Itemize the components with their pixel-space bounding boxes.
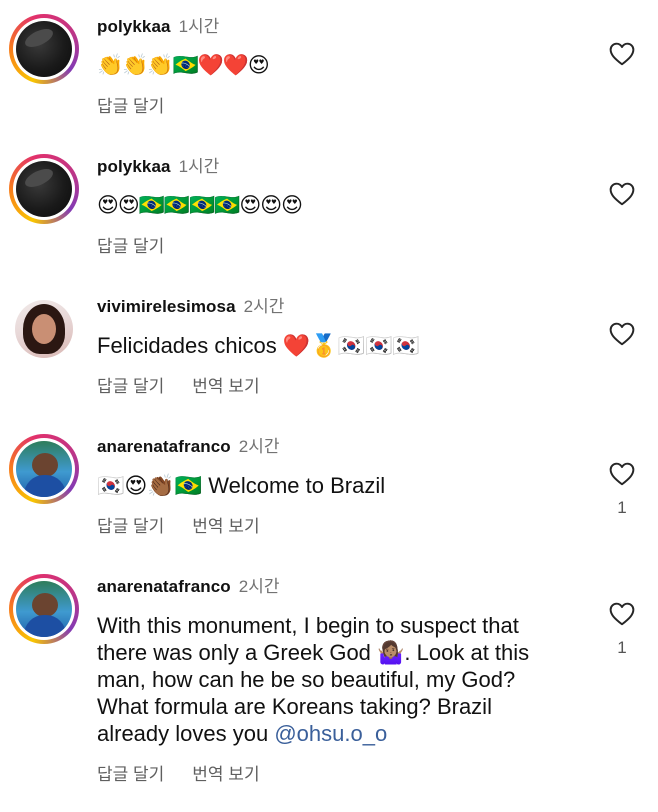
comment-text: With this monument, I begin to suspect t… xyxy=(97,612,557,747)
reply-button[interactable]: 답글 달기 xyxy=(97,765,164,784)
comment-meta: anarenatafranco 2시간 xyxy=(97,436,280,458)
comment-item: anarenatafranco 2시간 With this monument, I… xyxy=(0,574,658,804)
comment-meta: vivimirelesimosa 2시간 xyxy=(97,296,284,318)
avatar-image xyxy=(16,581,72,637)
comment-item: polykkaa 1시간 👏👏👏🇧🇷❤️❤️😍 답글 달기 xyxy=(0,14,658,134)
comment-item: polykkaa 1시간 😍😍🇧🇷🇧🇷🇧🇷🇧🇷😍😍😍 답글 달기 xyxy=(0,154,658,274)
like-count: 1 xyxy=(617,638,627,657)
heart-outline-icon[interactable] xyxy=(609,182,635,206)
avatar-image xyxy=(16,21,72,77)
reply-button[interactable]: 답글 달기 xyxy=(97,377,164,396)
username[interactable]: polykkaa xyxy=(97,157,171,176)
comment-item: vivimirelesimosa 2시간 Felicidades chicos ❤… xyxy=(0,294,658,414)
avatar[interactable] xyxy=(9,154,79,224)
mention-link[interactable]: @ohsu.o_o xyxy=(274,721,387,746)
avatar-image xyxy=(16,161,72,217)
username[interactable]: vivimirelesimosa xyxy=(97,297,236,316)
comment-meta: anarenatafranco 2시간 xyxy=(97,576,280,598)
reply-button[interactable]: 답글 달기 xyxy=(97,97,164,116)
comment-meta: polykkaa 1시간 xyxy=(97,16,219,38)
avatar[interactable] xyxy=(9,434,79,504)
avatar[interactable] xyxy=(9,14,79,84)
comment-actions: 답글 달기 xyxy=(97,232,184,257)
comment-actions: 답글 달기 번역 보기 xyxy=(97,512,280,537)
see-translation-button[interactable]: 번역 보기 xyxy=(192,517,259,536)
heart-outline-icon[interactable] xyxy=(609,322,635,346)
see-translation-button[interactable]: 번역 보기 xyxy=(192,377,259,396)
comment-item: anarenatafranco 2시간 🇰🇷😍👏🏾🇧🇷 Welcome to Br… xyxy=(0,434,658,554)
comment-actions: 답글 달기 xyxy=(97,92,184,117)
timestamp: 2시간 xyxy=(238,577,280,596)
heart-outline-icon[interactable] xyxy=(609,42,635,66)
username[interactable]: polykkaa xyxy=(97,17,171,36)
heart-outline-icon[interactable] xyxy=(609,602,635,626)
timestamp: 1시간 xyxy=(178,157,220,176)
reply-button[interactable]: 답글 달기 xyxy=(97,237,164,256)
username[interactable]: anarenatafranco xyxy=(97,437,231,456)
see-translation-button[interactable]: 번역 보기 xyxy=(192,765,259,784)
avatar[interactable] xyxy=(9,574,79,644)
comment-text: 👏👏👏🇧🇷❤️❤️😍 xyxy=(97,54,270,77)
comment-actions: 답글 달기 번역 보기 xyxy=(97,760,280,785)
heart-outline-icon[interactable] xyxy=(609,462,635,486)
comment-text: Felicidades chicos ❤️🥇🇰🇷🇰🇷🇰🇷 xyxy=(97,333,420,358)
comment-meta: polykkaa 1시간 xyxy=(97,156,219,178)
timestamp: 2시간 xyxy=(238,437,280,456)
avatar[interactable] xyxy=(9,294,79,364)
comment-actions: 답글 달기 번역 보기 xyxy=(97,372,280,397)
comment-text: 🇰🇷😍👏🏾🇧🇷 Welcome to Brazil xyxy=(97,473,386,498)
avatar-image xyxy=(16,441,72,497)
comment-text: 😍😍🇧🇷🇧🇷🇧🇷🇧🇷😍😍😍 xyxy=(97,194,303,217)
timestamp: 1시간 xyxy=(178,17,220,36)
avatar-image xyxy=(15,300,73,358)
like-count: 1 xyxy=(617,498,627,517)
reply-button[interactable]: 답글 달기 xyxy=(97,517,164,536)
timestamp: 2시간 xyxy=(243,297,285,316)
username[interactable]: anarenatafranco xyxy=(97,577,231,596)
